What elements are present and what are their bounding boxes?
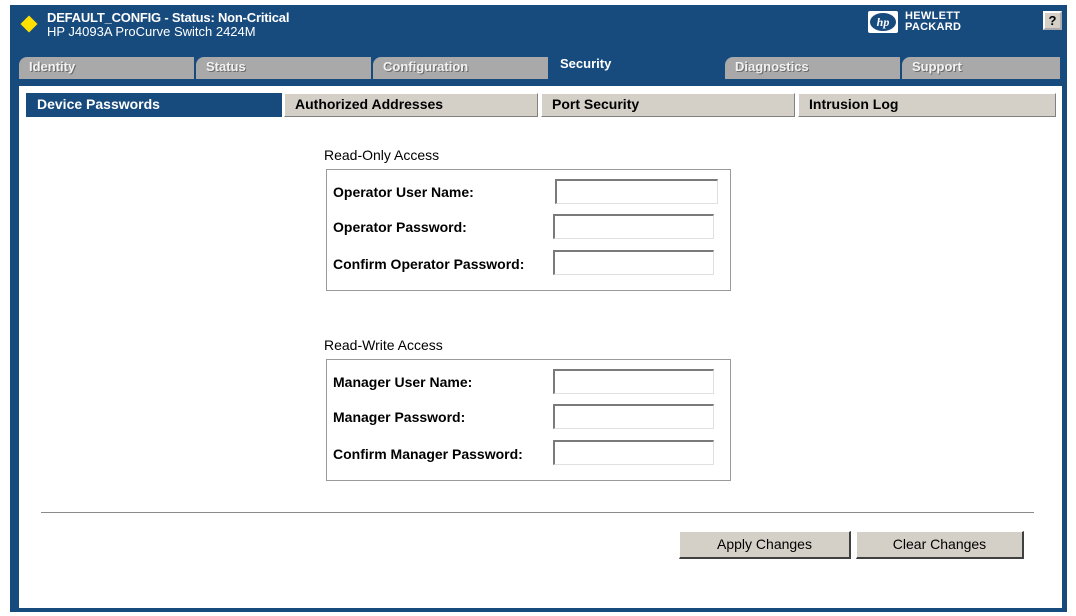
read-write-group-title: Read-Write Access <box>324 337 443 353</box>
status-diamond-icon <box>20 15 38 33</box>
subtab-intrusion-log[interactable]: Intrusion Log <box>798 93 1056 117</box>
subtab-authorized-addresses[interactable]: Authorized Addresses <box>284 93 538 117</box>
tab-status[interactable]: Status <box>196 57 371 79</box>
main-tab-bar: Identity Status Configuration Security D… <box>10 51 1067 86</box>
confirm-manager-password-input[interactable] <box>553 440 714 465</box>
manager-username-label: Manager User Name: <box>333 374 473 390</box>
tab-configuration[interactable]: Configuration <box>373 57 548 79</box>
clear-changes-button[interactable]: Clear Changes <box>856 531 1024 559</box>
hp-logo-mark: hp <box>870 13 896 31</box>
subtab-device-passwords[interactable]: Device Passwords <box>26 93 282 117</box>
tab-identity[interactable]: Identity <box>19 57 194 79</box>
device-model: HP J4093A ProCurve Switch 2424M <box>47 24 256 39</box>
sub-tab-bar: Device Passwords Authorized Addresses Po… <box>26 93 1056 117</box>
tab-security[interactable]: Security <box>550 51 723 86</box>
hp-logo-line2: PACKARD <box>905 21 962 33</box>
divider <box>41 512 1034 514</box>
manager-password-input[interactable] <box>553 404 714 429</box>
content-panel: Device Passwords Authorized Addresses Po… <box>19 86 1062 608</box>
confirm-operator-password-input[interactable] <box>553 250 714 275</box>
manager-username-input[interactable] <box>553 369 714 394</box>
operator-password-label: Operator Password: <box>333 219 467 235</box>
read-only-group-title: Read-Only Access <box>324 147 440 163</box>
tab-diagnostics[interactable]: Diagnostics <box>725 57 900 79</box>
apply-changes-button[interactable]: Apply Changes <box>679 531 851 559</box>
help-button[interactable]: ? <box>1043 11 1062 30</box>
subtab-port-security[interactable]: Port Security <box>541 93 795 117</box>
page-title: DEFAULT_CONFIG - Status: Non-Critical <box>47 10 290 25</box>
manager-password-label: Manager Password: <box>333 409 466 425</box>
operator-username-input[interactable] <box>555 179 718 204</box>
tab-support[interactable]: Support <box>902 57 1060 79</box>
confirm-operator-password-label: Confirm Operator Password: <box>333 256 525 272</box>
hp-logo-text: HEWLETT PACKARD <box>905 11 961 33</box>
header: DEFAULT_CONFIG - Status: Non-Critical HP… <box>10 5 1067 45</box>
app-frame: DEFAULT_CONFIG - Status: Non-Critical HP… <box>10 5 1067 612</box>
confirm-manager-password-label: Confirm Manager Password: <box>333 446 523 462</box>
operator-password-input[interactable] <box>553 214 714 239</box>
operator-username-label: Operator User Name: <box>333 184 474 200</box>
hp-logo-icon: hp <box>868 11 898 33</box>
